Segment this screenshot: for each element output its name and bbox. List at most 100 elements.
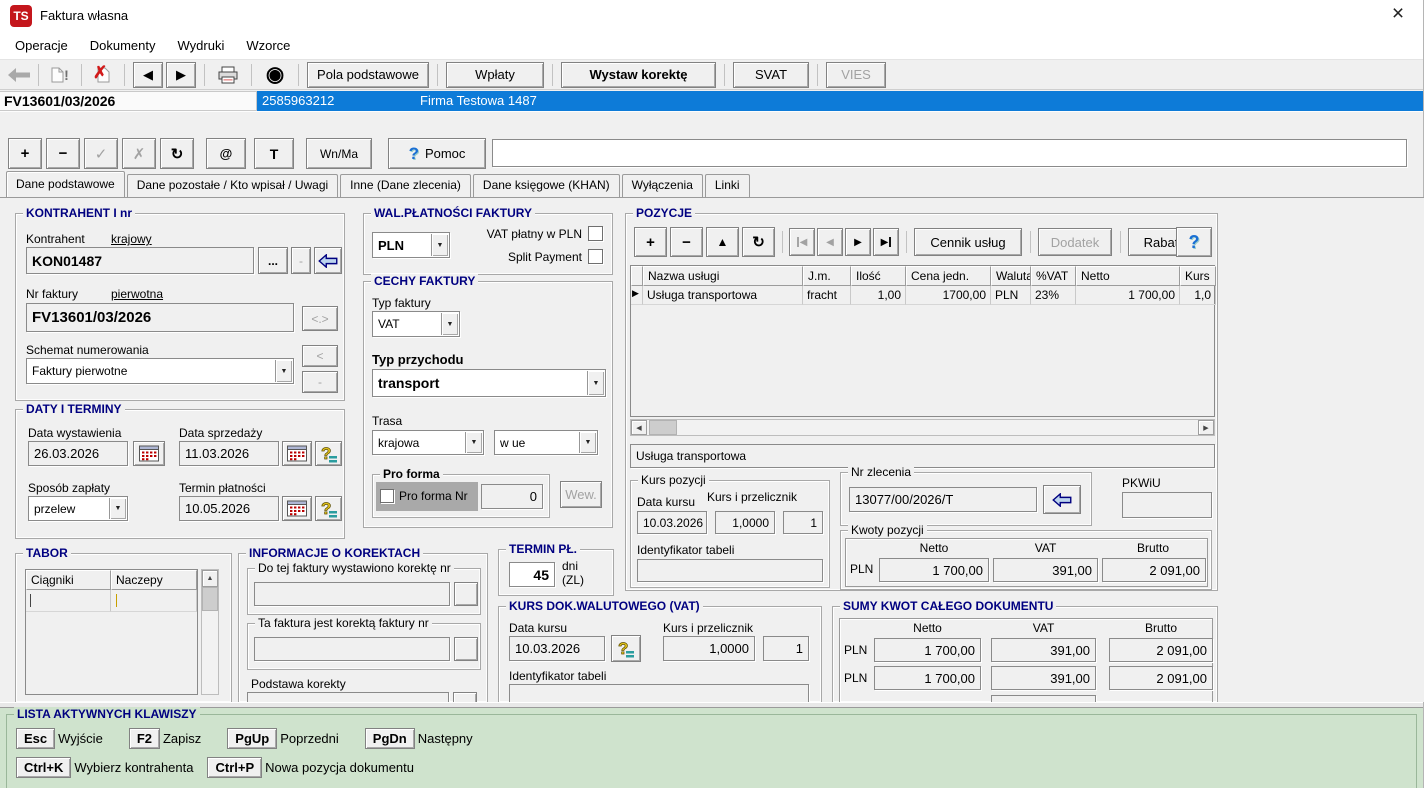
kontrahent-minus-button[interactable]: - bbox=[291, 247, 311, 274]
close-icon[interactable]: × bbox=[1385, 2, 1411, 26]
record-bar[interactable]: FV13601/03/2026 2585963212 Firma Testowa… bbox=[0, 91, 1423, 111]
tabor-vscrollbar[interactable]: ▲ bbox=[201, 569, 219, 695]
nav-next-button[interactable]: ▶ bbox=[845, 228, 871, 256]
kontrahent-browse-button[interactable]: ... bbox=[258, 247, 288, 274]
post-button[interactable]: ✓ bbox=[84, 138, 118, 169]
pkwiu-field[interactable] bbox=[1122, 492, 1212, 518]
kurs-pozycji-data-field[interactable]: 10.03.2026 bbox=[637, 511, 707, 534]
chevron-down-icon[interactable]: ▼ bbox=[587, 371, 604, 395]
trasa-select[interactable]: krajowa ▼ bbox=[372, 430, 484, 455]
date-help-icon[interactable]: ? bbox=[315, 496, 342, 521]
proforma-nr-field[interactable]: 0 bbox=[481, 484, 543, 509]
col-kurs[interactable]: Kurs bbox=[1180, 266, 1216, 286]
tab-dane-podstawowe[interactable]: Dane podstawowe bbox=[6, 171, 125, 197]
schemat-lt-button[interactable]: < bbox=[302, 345, 338, 367]
pozycje-delete-button[interactable]: − bbox=[670, 227, 703, 257]
korekta-do-faktury-button[interactable] bbox=[454, 582, 478, 606]
calendar-icon[interactable] bbox=[282, 441, 312, 466]
trasa-ue-select[interactable]: w ue ▼ bbox=[494, 430, 598, 455]
help-button[interactable]: ? Pomoc bbox=[388, 138, 486, 169]
wnma-button[interactable]: Wn/Ma bbox=[306, 138, 372, 169]
korekta-tej-faktury-field[interactable] bbox=[254, 637, 450, 661]
chevron-down-icon[interactable]: ▼ bbox=[431, 234, 448, 256]
key-ctrl-k[interactable]: Ctrl+K bbox=[16, 757, 71, 778]
ident-tabeli-field[interactable] bbox=[509, 684, 809, 702]
key-f2[interactable]: F2 bbox=[129, 728, 160, 749]
kurs-pozycji-kurs-field[interactable]: 1,0000 bbox=[715, 511, 775, 534]
kurs-dok-przelicznik-field[interactable]: 1 bbox=[763, 636, 809, 661]
cell-netto[interactable]: 1 700,00 bbox=[1076, 286, 1180, 305]
kontrahent-code-field[interactable]: KON01487 bbox=[26, 247, 254, 274]
key-pgdn[interactable]: PgDn bbox=[365, 728, 415, 749]
tab-linki[interactable]: Linki bbox=[705, 174, 750, 197]
tab-inne[interactable]: Inne (Dane zlecenia) bbox=[340, 174, 471, 197]
delete-row-button[interactable]: − bbox=[46, 138, 80, 169]
back-icon[interactable] bbox=[8, 68, 30, 82]
cell-waluta[interactable]: PLN bbox=[991, 286, 1031, 305]
date-help-icon[interactable]: ? bbox=[315, 441, 342, 466]
cancel-button[interactable]: ✗ bbox=[122, 138, 156, 169]
email-button[interactable]: @ bbox=[206, 138, 246, 169]
date-help-icon[interactable]: ? bbox=[611, 635, 641, 662]
cell-cena[interactable]: 1700,00 bbox=[906, 286, 991, 305]
text-button[interactable]: T bbox=[254, 138, 294, 169]
key-pgup[interactable]: PgUp bbox=[227, 728, 277, 749]
tabor-row[interactable] bbox=[26, 590, 197, 612]
cell-jm[interactable]: fracht bbox=[803, 286, 851, 305]
menu-wzorce[interactable]: Wzorce bbox=[235, 33, 301, 58]
pozycje-help-button[interactable]: ? bbox=[1176, 227, 1212, 257]
pozycje-row[interactable]: ▶ Usługa transportowa fracht 1,00 1700,0… bbox=[631, 286, 1214, 305]
korekta-do-faktury-field[interactable] bbox=[254, 582, 450, 606]
tabor-cell-ciagniki[interactable] bbox=[26, 590, 111, 612]
key-ctrl-p[interactable]: Ctrl+P bbox=[207, 757, 262, 778]
prev-record-button[interactable]: ◀ bbox=[133, 62, 163, 88]
kurs-dok-kurs-field[interactable]: 1,0000 bbox=[663, 636, 755, 661]
kurs-pozycji-ident-field[interactable] bbox=[637, 559, 823, 582]
wystaw-korekte-button[interactable]: Wystaw korektę bbox=[561, 62, 716, 88]
tabor-col-ciagniki[interactable]: Ciągniki bbox=[26, 570, 111, 590]
add-row-button[interactable]: + bbox=[8, 138, 42, 169]
key-esc[interactable]: Esc bbox=[16, 728, 55, 749]
pozycje-hscrollbar[interactable]: ◀ ▶ bbox=[630, 419, 1215, 436]
document-delete-icon[interactable]: ✗ bbox=[90, 67, 116, 83]
chevron-down-icon[interactable]: ▼ bbox=[465, 432, 482, 453]
col-nazwa[interactable]: Nazwa usługi bbox=[643, 266, 803, 286]
calendar-icon[interactable] bbox=[133, 441, 165, 466]
document-post-icon[interactable]: ! bbox=[47, 67, 73, 83]
cennik-uslug-button[interactable]: Cennik usług bbox=[914, 228, 1022, 256]
print-icon[interactable] bbox=[213, 66, 243, 84]
edit-toolbar-input[interactable] bbox=[492, 139, 1407, 167]
cell-nazwa[interactable]: Usługa transportowa bbox=[643, 286, 803, 305]
menu-dokumenty[interactable]: Dokumenty bbox=[79, 33, 167, 58]
swap-number-button[interactable]: <.> bbox=[302, 306, 338, 331]
sposob-zaplaty-select[interactable]: przelew ▼ bbox=[28, 496, 128, 521]
wplaty-button[interactable]: Wpłaty bbox=[446, 62, 544, 88]
next-record-button[interactable]: ▶ bbox=[166, 62, 196, 88]
scroll-left-icon[interactable]: ◀ bbox=[631, 420, 647, 435]
col-waluta[interactable]: Waluta bbox=[991, 266, 1031, 286]
schemat-select[interactable]: Faktury pierwotne ▼ bbox=[26, 358, 294, 384]
pozycje-up-button[interactable]: ▲ bbox=[706, 227, 739, 257]
chevron-down-icon[interactable]: ▼ bbox=[579, 432, 596, 453]
tabor-table[interactable]: Ciągniki Naczepy bbox=[25, 569, 198, 695]
typ-przychodu-select[interactable]: transport ▼ bbox=[372, 369, 606, 397]
dodatek-button[interactable]: Dodatek bbox=[1038, 228, 1112, 256]
kontrahent-type-link[interactable]: krajowy bbox=[111, 232, 152, 246]
cell-kurs[interactable]: 1,0 bbox=[1180, 286, 1216, 305]
col-netto[interactable]: Netto bbox=[1076, 266, 1180, 286]
typ-faktury-select[interactable]: VAT ▼ bbox=[372, 311, 460, 337]
schemat-dash-button[interactable]: - bbox=[302, 371, 338, 393]
pola-podstawowe-button[interactable]: Pola podstawowe bbox=[307, 62, 429, 88]
nav-prev-button[interactable]: ◀ bbox=[817, 228, 843, 256]
tab-wylaczenia[interactable]: Wyłączenia bbox=[622, 174, 703, 197]
cell-ilosc[interactable]: 1,00 bbox=[851, 286, 906, 305]
tabor-cell-naczepy[interactable] bbox=[111, 590, 197, 612]
data-wystawienia-field[interactable]: 26.03.2026 bbox=[28, 441, 128, 466]
wew-button[interactable]: Wew. bbox=[560, 481, 602, 508]
pozycje-refresh-button[interactable]: ↻ bbox=[742, 227, 775, 257]
kurs-pozycji-przelicznik-field[interactable]: 1 bbox=[783, 511, 823, 534]
termin-platnosci-field[interactable]: 10.05.2026 bbox=[179, 496, 279, 521]
chevron-down-icon[interactable]: ▼ bbox=[275, 360, 292, 382]
chevron-down-icon[interactable]: ▼ bbox=[441, 313, 458, 335]
pozycje-add-button[interactable]: + bbox=[634, 227, 667, 257]
